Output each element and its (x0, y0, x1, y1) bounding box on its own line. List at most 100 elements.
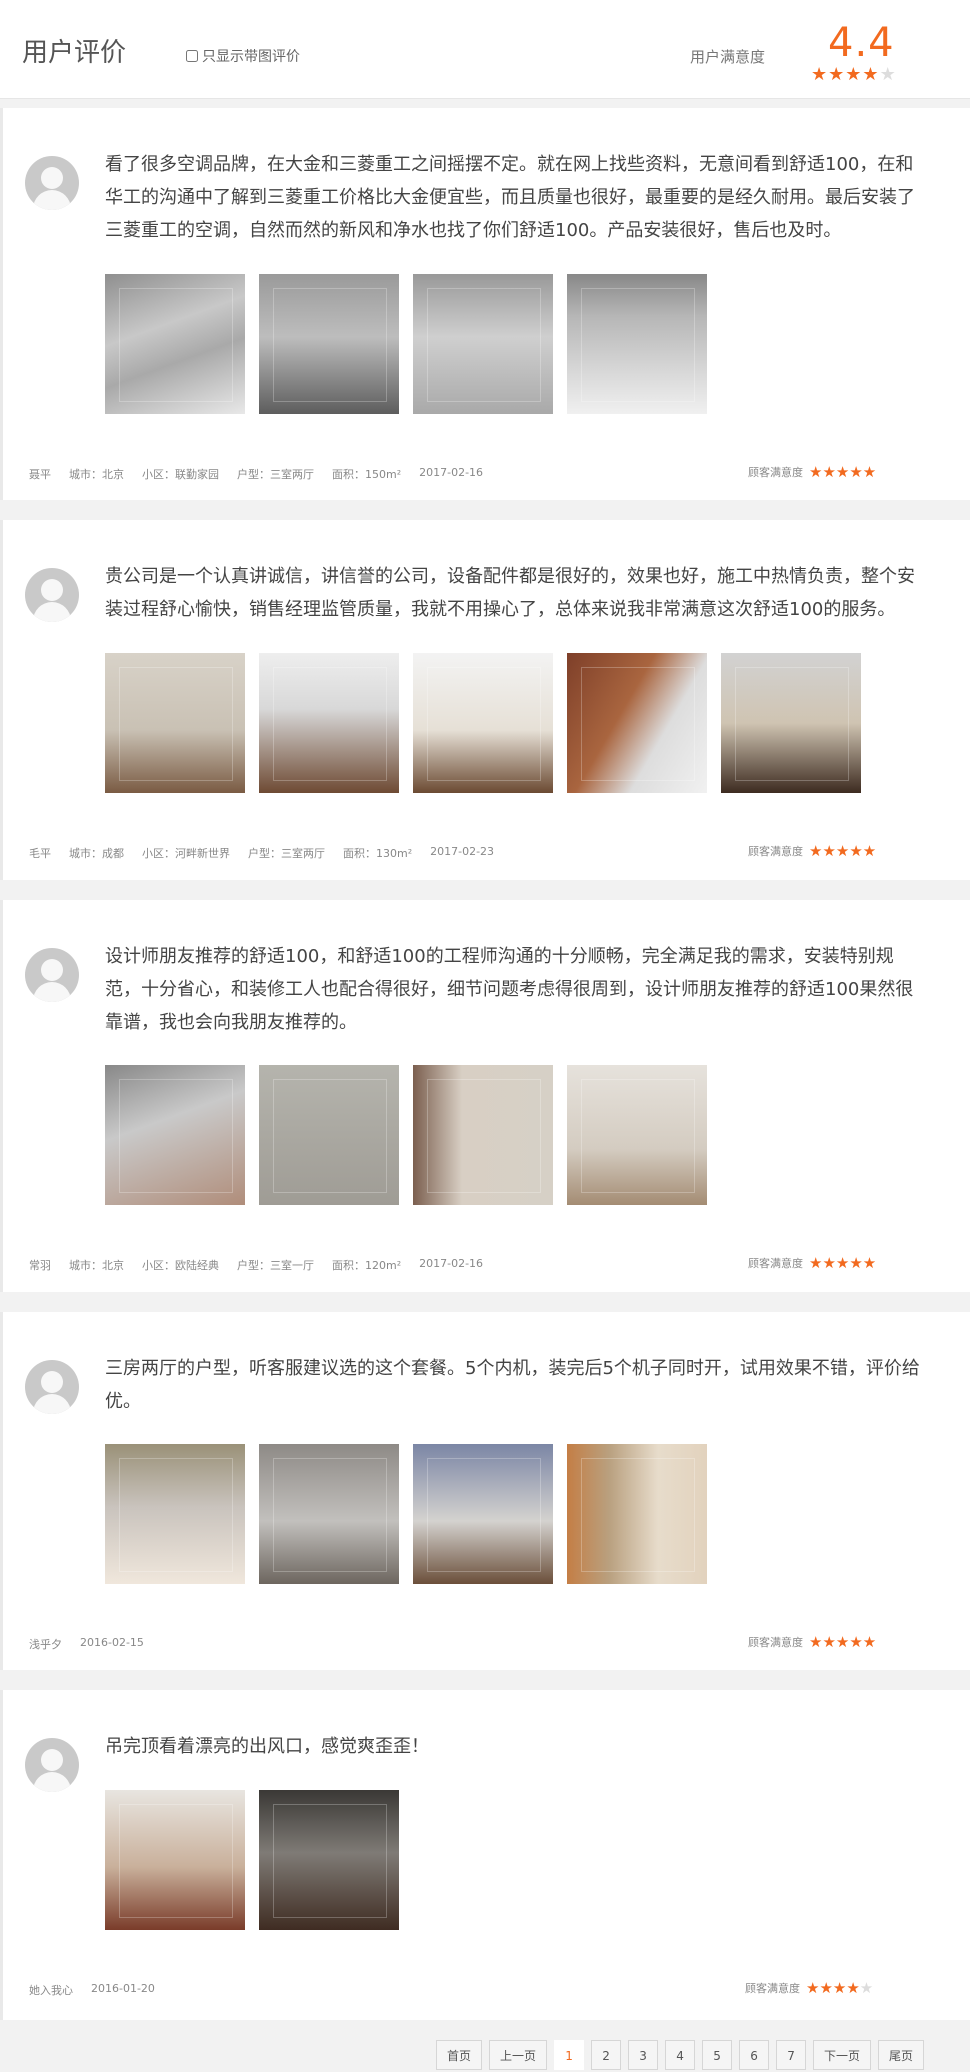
review-meta: 毛平 城市：成都 小区：河畔新世界 户型：三室两厅 面积：130m² 2017-… (29, 845, 494, 861)
review-photo[interactable] (259, 1790, 399, 1930)
avatar (25, 568, 79, 622)
review-layout: 户型：三室一厅 (237, 1259, 314, 1272)
satisfaction-stars: ★★★★★ (811, 66, 897, 84)
review-photo[interactable] (567, 1065, 707, 1205)
review-date: 2017-02-16 (419, 1257, 484, 1270)
review-layout: 户型：三室两厅 (237, 468, 314, 481)
review-city: 城市：成都 (69, 847, 124, 860)
review-photo[interactable] (413, 653, 553, 793)
review-photo[interactable] (105, 1065, 245, 1205)
rating-label: 顾客满意度 (748, 845, 803, 858)
avatar (25, 156, 79, 210)
review-text: 看了很多空调品牌，在大金和三菱重工之间摇摆不定。就在网上找些资料，无意间看到舒适… (105, 154, 915, 241)
prev-page-button[interactable]: 上一页 (489, 2040, 548, 2070)
review-photo[interactable] (105, 1790, 245, 1930)
review-text: 贵公司是一个认真讲诚信，讲信誉的公司，设备配件都是很好的，效果也好，施工中热情负… (105, 566, 915, 620)
review-photo[interactable] (567, 1444, 707, 1584)
review-photo[interactable] (259, 653, 399, 793)
review-author: 浅乎夕 (29, 1638, 62, 1651)
review-photos (105, 1444, 707, 1584)
rating-label: 顾客满意度 (748, 466, 803, 479)
review-author: 常羽 (29, 1259, 51, 1272)
review-photo[interactable] (105, 653, 245, 793)
star-icon: ★ (862, 64, 880, 85)
star-icon: ★ (879, 64, 897, 85)
review-date: 2016-01-20 (91, 1982, 155, 1995)
next-page-button[interactable]: 下一页 (813, 2040, 872, 2070)
review-meta: 聂平 城市：北京 小区：联勤家园 户型：三室两厅 面积：150m² 2017-0… (29, 466, 483, 482)
first-page-button[interactable]: 首页 (436, 2040, 483, 2070)
review-rating: 顾客满意度 ★★★★★ (748, 1634, 876, 1650)
reviews-header: 用户评价 只显示带图评价 用户满意度 4.4 ★★★★★ (0, 0, 970, 99)
page-title: 用户评价 (22, 38, 127, 68)
review-rating: 顾客满意度 ★★★★★ (748, 464, 876, 480)
review-photo[interactable] (105, 274, 245, 414)
rating-stars: ★★★★★ (809, 1632, 877, 1651)
review-date: 2016-02-15 (80, 1636, 144, 1649)
review-meta: 常羽 城市：北京 小区：欧陆经典 户型：三室一厅 面积：120m² 2017-0… (29, 1257, 483, 1273)
rating-label: 顾客满意度 (748, 1257, 803, 1270)
review-author: 聂平 (29, 468, 51, 481)
review-text: 三房两厅的户型，听客服建议选的这个套餐。5个内机，装完后5个机子同时开，试用效果… (105, 1358, 920, 1412)
review-rating: 顾客满意度 ★★★★★ (748, 843, 876, 859)
star-icon: ★ (845, 64, 863, 85)
page-button-7[interactable]: 7 (776, 2040, 807, 2070)
review-card: 三房两厅的户型，听客服建议选的这个套餐。5个内机，装完后5个机子同时开，试用效果… (0, 1312, 970, 1670)
review-photo[interactable] (259, 274, 399, 414)
review-author: 她入我心 (29, 1984, 73, 1997)
review-photo[interactable] (413, 1444, 553, 1584)
satisfaction-label: 用户满意度 (690, 48, 766, 66)
review-meta: 浅乎夕 2016-02-15 (29, 1636, 144, 1652)
review-photos (105, 274, 707, 414)
review-card: 贵公司是一个认真讲诚信，讲信誉的公司，设备配件都是很好的，效果也好，施工中热情负… (0, 520, 970, 880)
review-photos (105, 653, 861, 793)
rating-stars: ★★★★★ (809, 841, 877, 860)
rating-stars: ★★★★★ (809, 462, 877, 481)
review-date: 2017-02-16 (419, 466, 484, 479)
pagination: 首页 上一页 1 2 3 4 5 6 7 下一页 尾页 (436, 2040, 925, 2070)
page-button-3[interactable]: 3 (628, 2040, 659, 2070)
page-button-1[interactable]: 1 (554, 2040, 585, 2070)
review-rating: 顾客满意度 ★★★★★ (745, 1980, 873, 1996)
page-button-5[interactable]: 5 (702, 2040, 733, 2070)
review-community: 小区：河畔新世界 (142, 847, 230, 860)
review-meta: 她入我心 2016-01-20 (29, 1982, 155, 1998)
review-layout: 户型：三室两厅 (248, 847, 325, 860)
review-photo[interactable] (259, 1444, 399, 1584)
review-area: 面积：150m² (332, 468, 402, 481)
rating-stars: ★★★★★ (806, 1978, 874, 1997)
avatar (25, 948, 79, 1002)
avatar (25, 1738, 79, 1792)
review-photo[interactable] (567, 274, 707, 414)
review-photo[interactable] (413, 274, 553, 414)
review-date: 2017-02-23 (430, 845, 495, 858)
rating-label: 顾客满意度 (745, 1982, 800, 1995)
page-button-2[interactable]: 2 (591, 2040, 622, 2070)
review-photo[interactable] (105, 1444, 245, 1584)
page-button-6[interactable]: 6 (739, 2040, 770, 2070)
rating-label: 顾客满意度 (748, 1636, 803, 1649)
rating-stars: ★★★★★ (809, 1253, 877, 1272)
satisfaction-score: 4.4 (828, 20, 895, 66)
review-photo[interactable] (259, 1065, 399, 1205)
review-area: 面积：130m² (343, 847, 413, 860)
review-photo[interactable] (413, 1065, 553, 1205)
star-icon: ★ (811, 64, 829, 85)
review-card: 看了很多空调品牌，在大金和三菱重工之间摇摆不定。就在网上找些资料，无意间看到舒适… (0, 108, 970, 500)
page-button-4[interactable]: 4 (665, 2040, 696, 2070)
review-card: 吊完顶看着漂亮的出风口，感觉爽歪歪！ 她入我心 2016-01-20 顾客满意度… (0, 1690, 970, 2020)
review-area: 面积：120m² (332, 1259, 402, 1272)
review-text: 设计师朋友推荐的舒适100，和舒适100的工程师沟通的十分顺畅，完全满足我的需求… (105, 946, 914, 1033)
review-photo[interactable] (721, 653, 861, 793)
reviews-page: 用户评价 只显示带图评价 用户满意度 4.4 ★★★★★ 看了很多空调品牌，在大… (0, 0, 970, 2072)
last-page-button[interactable]: 尾页 (878, 2040, 925, 2070)
review-community: 小区：欧陆经典 (142, 1259, 219, 1272)
review-city: 城市：北京 (69, 1259, 124, 1272)
review-photo[interactable] (567, 653, 707, 793)
review-photos (105, 1065, 707, 1205)
review-card: 设计师朋友推荐的舒适100，和舒适100的工程师沟通的十分顺畅，完全满足我的需求… (0, 900, 970, 1292)
review-rating: 顾客满意度 ★★★★★ (748, 1255, 876, 1271)
only-photos-label: 只显示带图评价 (202, 49, 300, 65)
only-photos-filter[interactable]: 只显示带图评价 (186, 46, 300, 66)
only-photos-checkbox[interactable] (186, 50, 198, 62)
